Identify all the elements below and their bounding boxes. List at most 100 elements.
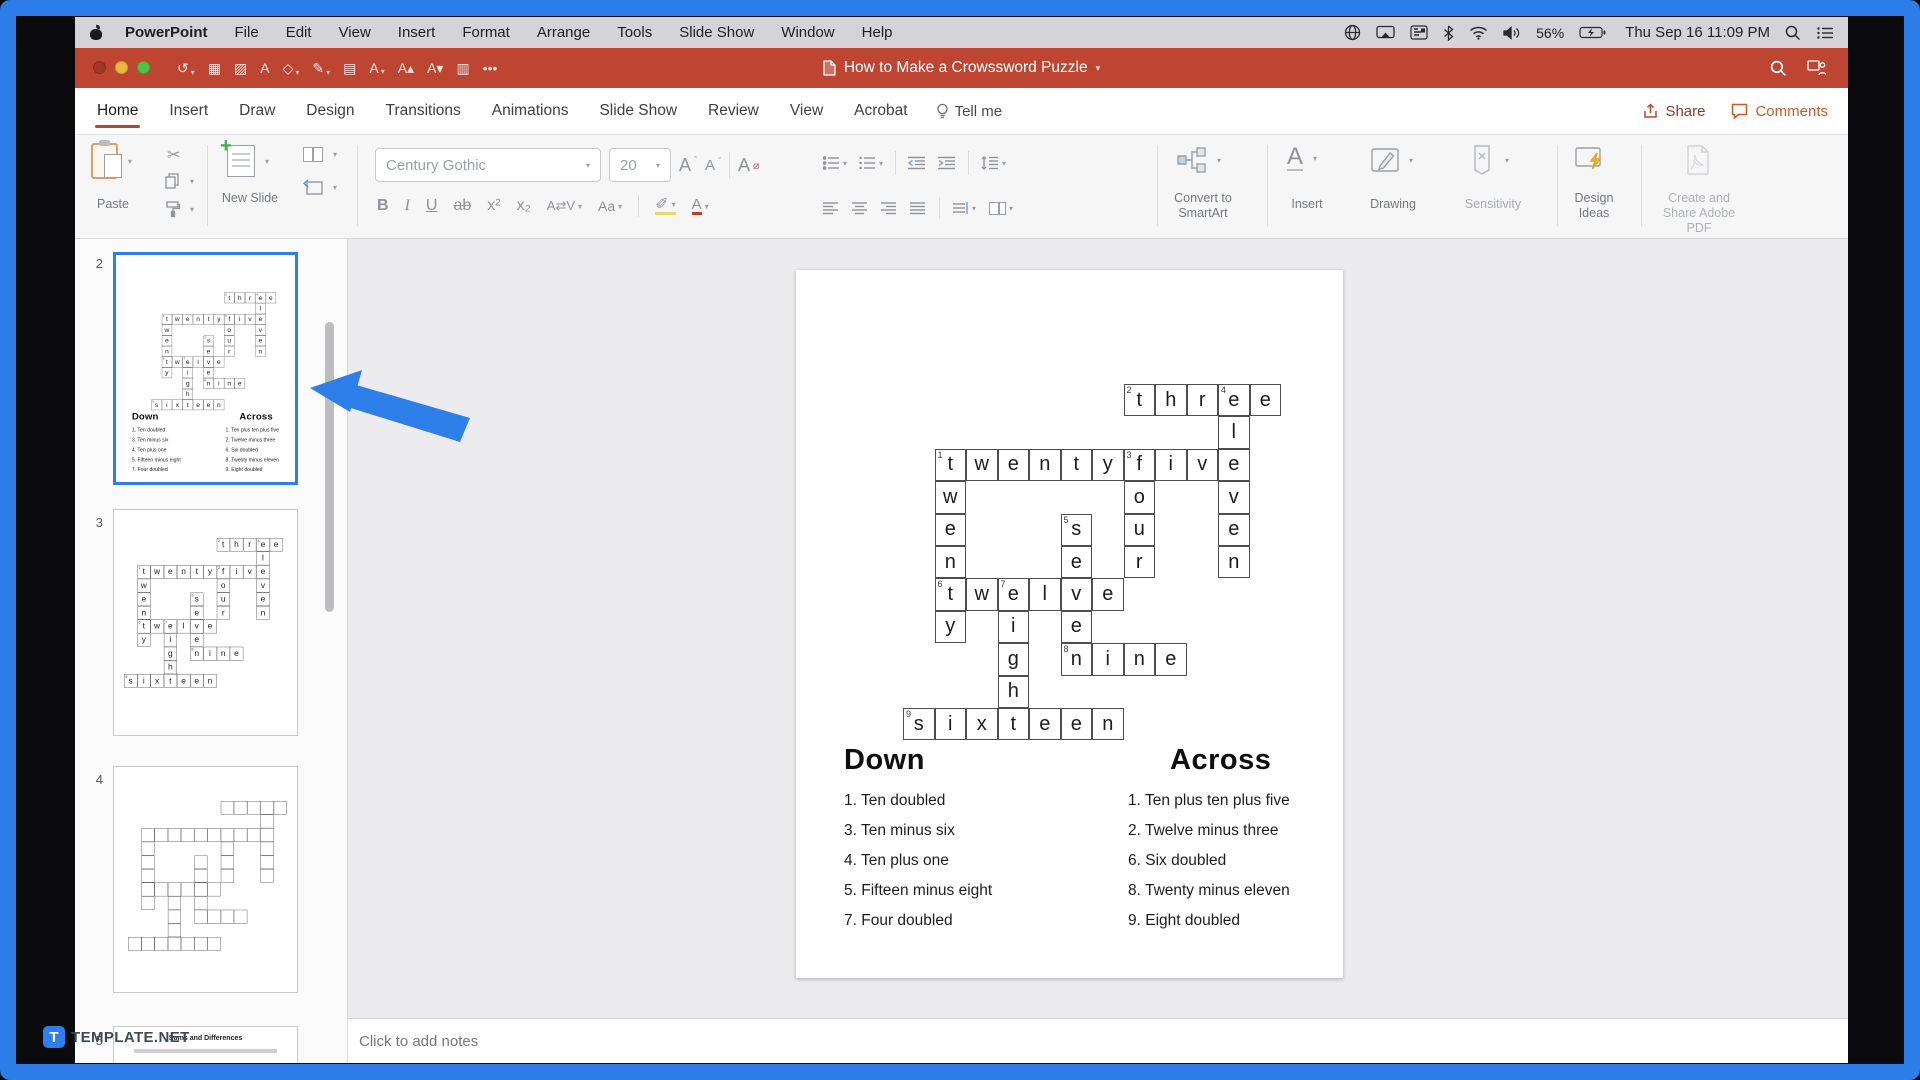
sensitivity-button[interactable]: ▾ [1469, 145, 1509, 175]
battery-charging-icon[interactable] [1579, 26, 1606, 39]
slide-thumbnail-2[interactable]: t2hre4elt1wentyf3ivewoves5uenernt6we7lve… [113, 252, 298, 485]
menu-item-slide-show[interactable]: Slide Show [679, 24, 754, 41]
more-commands-icon[interactable]: ••• [483, 60, 498, 76]
menu-bar-clock[interactable]: Thu Sep 16 11:09 PM [1625, 24, 1770, 41]
decrease-indent-button[interactable] [908, 156, 926, 170]
tab-design[interactable]: Design [306, 88, 354, 134]
bold-button[interactable]: B [377, 197, 389, 215]
minimize-window-button[interactable] [115, 61, 128, 74]
undo-icon[interactable]: ↺ ▾ [177, 60, 195, 77]
shapes-icon[interactable]: ◇ ▾ [283, 60, 300, 77]
control-center-icon[interactable] [1816, 26, 1834, 40]
format-painter-icon[interactable]: ✎ ▾ [312, 60, 330, 77]
cell-letter: e [1102, 583, 1114, 606]
columns-button[interactable]: ▾ [989, 201, 1013, 215]
table-icon[interactable]: ▦ [208, 60, 221, 77]
tab-transitions[interactable]: Transitions [386, 88, 461, 134]
chart-icon[interactable]: ▥ [456, 60, 469, 77]
bluetooth-icon[interactable] [1443, 25, 1454, 41]
tab-draw[interactable]: Draw [239, 88, 275, 134]
menu-item-format[interactable]: Format [462, 24, 510, 41]
character-spacing-button[interactable]: A⇄V ▾ [547, 198, 582, 214]
input-source-icon[interactable] [1410, 25, 1428, 40]
menu-item-file[interactable]: File [235, 24, 259, 41]
document-title[interactable]: How to Make a Crowssword Puzzle ▾ [823, 59, 1100, 77]
subscript-button[interactable]: x₂ [517, 197, 531, 215]
new-slide-button[interactable]: ▾ [220, 135, 269, 177]
change-case-button[interactable]: Aa ▾ [598, 198, 622, 214]
share-button[interactable]: Share [1643, 103, 1705, 120]
highlight-color-button[interactable]: ✐ ▾ [655, 197, 676, 215]
tab-animations[interactable]: Animations [492, 88, 569, 134]
drawing-button[interactable]: ▾ [1371, 145, 1413, 175]
tell-me-button[interactable]: Tell me [936, 103, 1002, 120]
align-right-button[interactable] [881, 201, 897, 215]
line-spacing-button[interactable]: ▾ [981, 156, 1006, 170]
slide-canvas[interactable]: t2hre4elt1wentyf3ivewoves5uenernt6we7lve… [796, 270, 1343, 978]
font-size-combo[interactable]: 20 ▾ [609, 148, 671, 182]
wifi-icon[interactable] [1469, 26, 1488, 40]
shrink-font-icon[interactable]: A▾ [427, 60, 443, 77]
shrink-font-button[interactable]: Aˇ [705, 156, 721, 174]
menu-item-view[interactable]: View [339, 24, 371, 41]
presenter-icon[interactable] [1807, 60, 1826, 76]
volume-icon[interactable] [1503, 25, 1521, 40]
globe-icon[interactable] [1344, 24, 1361, 41]
paste-button[interactable]: ▾ [91, 140, 132, 179]
tab-view[interactable]: View [790, 88, 823, 134]
create-adobe-pdf-button[interactable] [1685, 145, 1711, 175]
superscript-button[interactable]: x² [487, 197, 500, 215]
convert-to-smartart-button[interactable]: ▾ [1177, 147, 1221, 173]
slide-layout-button[interactable]: ▾ [303, 147, 337, 162]
search-icon[interactable] [1770, 60, 1787, 77]
align-left-button[interactable] [823, 201, 839, 215]
bullets-button[interactable]: ▾ [823, 156, 847, 170]
numbering-button[interactable]: ▾ [859, 156, 883, 170]
title-dropdown-chevron[interactable]: ▾ [1096, 63, 1101, 74]
menu-item-tools[interactable]: Tools [617, 24, 652, 41]
clear-formatting-button[interactable]: A ⌀ [738, 155, 760, 176]
design-ideas-button[interactable] [1575, 145, 1605, 173]
copy-button[interactable]: ▾ [165, 173, 194, 189]
menu-item-arrange[interactable]: Arrange [537, 24, 590, 41]
reset-slide-button[interactable]: ▾ [303, 179, 337, 196]
comments-button[interactable]: Comments [1731, 103, 1828, 120]
slide-thumbnail-4[interactable] [113, 766, 298, 993]
zoom-window-button[interactable] [137, 61, 150, 74]
slide-layout-icon[interactable]: ▤ [343, 60, 356, 77]
text-box-icon[interactable]: A [260, 60, 269, 76]
justify-button[interactable] [910, 201, 926, 215]
menu-item-insert[interactable]: Insert [398, 24, 436, 41]
font-color-button[interactable]: A ▾ [691, 197, 709, 215]
slide-thumbnail-3[interactable]: t2hre4elt1wentyf3ivewoves5uenernt6we7lve… [113, 509, 298, 736]
menu-item-edit[interactable]: Edit [286, 24, 312, 41]
grow-font-button[interactable]: Aˆ [679, 155, 697, 176]
italic-button[interactable]: I [405, 197, 410, 215]
menu-item-window[interactable]: Window [781, 24, 834, 41]
menu-item-powerpoint[interactable]: PowerPoint [125, 24, 208, 41]
picture-icon[interactable]: ▨ [234, 60, 247, 77]
tab-acrobat[interactable]: Acrobat [854, 88, 907, 134]
text-direction-button[interactable]: ▾ [953, 201, 976, 215]
align-center-button[interactable] [852, 201, 868, 215]
notes-pane[interactable]: Click to add notes [348, 1018, 1848, 1063]
menu-item-help[interactable]: Help [862, 24, 893, 41]
tab-slide-show[interactable]: Slide Show [599, 88, 677, 134]
insert-text-box-button[interactable]: A ▾ [1287, 145, 1317, 171]
tab-home[interactable]: Home [94, 88, 141, 134]
screen-mirroring-icon[interactable] [1376, 25, 1395, 40]
tab-review[interactable]: Review [708, 88, 759, 134]
increase-indent-button[interactable] [938, 156, 956, 170]
tab-insert[interactable]: Insert [169, 88, 208, 134]
apple-menu-icon[interactable] [89, 25, 103, 40]
crossword-cell [141, 869, 155, 883]
close-window-button[interactable] [93, 61, 106, 74]
underline-button[interactable]: U [426, 197, 438, 215]
font-name-combo[interactable]: Century Gothic ▾ [375, 148, 601, 182]
spotlight-icon[interactable] [1785, 25, 1801, 41]
strikethrough-button[interactable]: ab [453, 197, 471, 215]
format-painter-button[interactable]: ▾ [165, 201, 194, 217]
cut-button[interactable]: ✂ [167, 145, 180, 165]
font-icon[interactable]: A ▾ [369, 60, 384, 76]
grow-font-icon[interactable]: A▴ [398, 60, 414, 77]
